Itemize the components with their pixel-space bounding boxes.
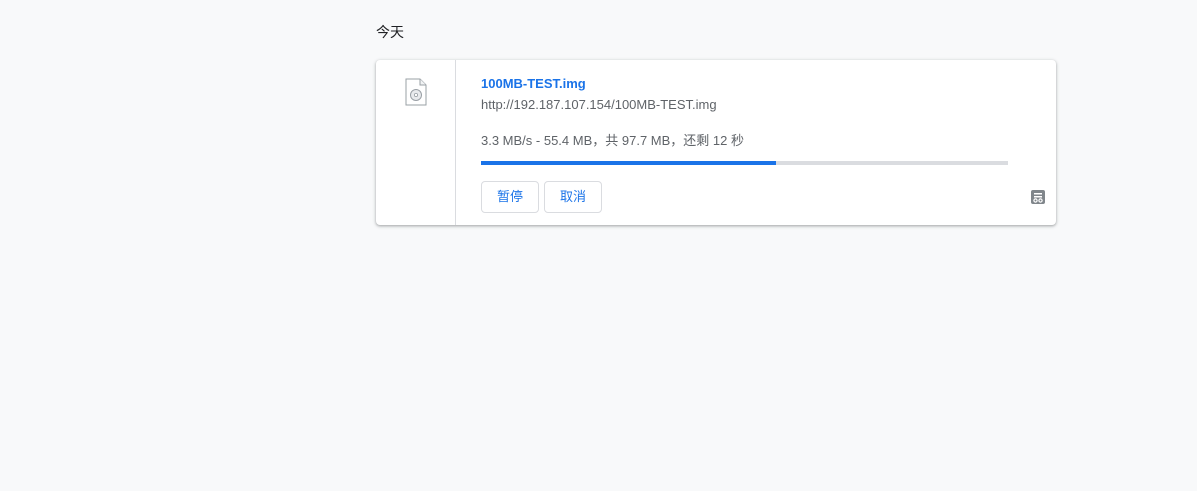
file-name-link[interactable]: 100MB-TEST.img — [481, 76, 586, 91]
generic-file-icon — [405, 78, 427, 106]
download-progress-bar — [481, 161, 1008, 165]
cancel-button[interactable]: 取消 — [544, 181, 603, 213]
download-progress-fill — [481, 161, 777, 165]
download-archive-icon[interactable] — [1030, 189, 1046, 205]
download-item-card: 100MB-TEST.img http://192.187.107.154/10… — [376, 60, 1056, 225]
download-details: 100MB-TEST.img http://192.187.107.154/10… — [481, 60, 1056, 225]
download-status-text: 3.3 MB/s - 55.4 MB，共 97.7 MB，还剩 12 秒 — [481, 133, 744, 148]
file-url: http://192.187.107.154/100MB-TEST.img — [481, 97, 717, 112]
pause-button[interactable]: 暂停 — [481, 181, 540, 213]
file-icon-column — [376, 60, 456, 225]
downloads-page: 今天 100MB-TEST.img http://192.187.107.154… — [0, 0, 1197, 491]
date-section-title: 今天 — [376, 24, 404, 40]
